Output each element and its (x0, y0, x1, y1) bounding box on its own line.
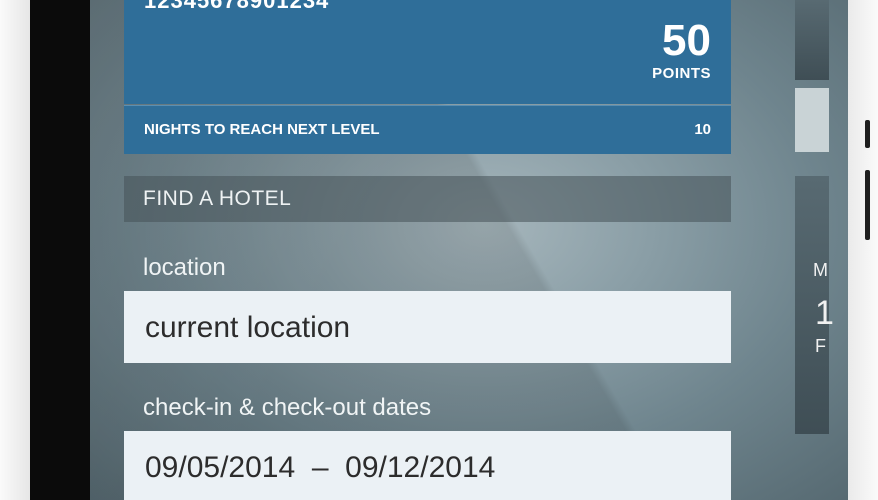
nights-value: 10 (694, 121, 711, 138)
dates-field[interactable]: 09/05/2014 – 09/12/2014 (124, 431, 731, 500)
side-card-letter-bot: F (815, 336, 826, 356)
points-label: POINTS (652, 65, 711, 82)
dates-label: check-in & check-out dates (143, 394, 432, 421)
power-button (865, 170, 870, 240)
find-hotel-title: FIND A HOTEL (143, 187, 292, 210)
main-panel: 12345678901234 50 POINTS NIGHTS TO REACH… (124, 0, 731, 500)
location-label: location (143, 254, 226, 281)
nights-to-next-level-row[interactable]: NIGHTS TO REACH NEXT LEVEL 10 (124, 105, 731, 154)
member-number: 12345678901234 (144, 0, 330, 13)
device-bezel: M 1 F 12345678901234 50 POINTS NIGHTS TO… (30, 0, 848, 500)
app-screen: M 1 F 12345678901234 50 POINTS NIGHTS TO… (90, 0, 848, 500)
nights-label: NIGHTS TO REACH NEXT LEVEL (144, 121, 380, 138)
side-card-top[interactable] (795, 88, 829, 152)
dates-value: 09/05/2014 – 09/12/2014 (145, 451, 496, 484)
find-hotel-header: FIND A HOTEL (124, 176, 731, 222)
loyalty-card[interactable]: 12345678901234 50 POINTS (124, 0, 731, 104)
volume-button (865, 120, 870, 148)
device-left-edge (0, 0, 30, 500)
side-card[interactable]: M 1 F (795, 176, 834, 434)
location-value: current location (145, 311, 351, 344)
device-frame: M 1 F 12345678901234 50 POINTS NIGHTS TO… (0, 0, 878, 500)
side-card-letter-mid: 1 (815, 294, 834, 332)
points-value: 50 (662, 16, 711, 65)
location-field[interactable]: current location (124, 291, 731, 363)
side-card-letter-top: M (813, 260, 828, 280)
side-card-image-top (795, 0, 829, 80)
